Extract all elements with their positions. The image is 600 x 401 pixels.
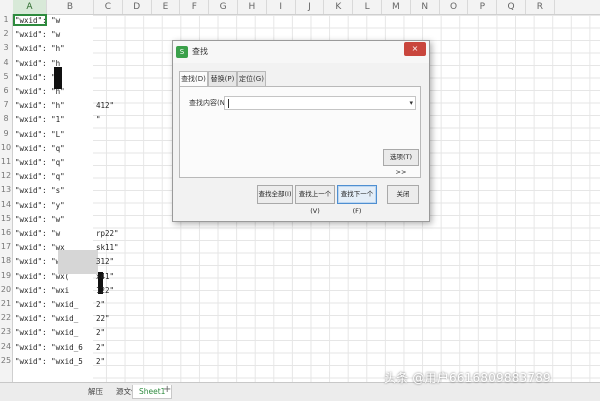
- cell-c23[interactable]: 2": [96, 327, 105, 340]
- cell-a2[interactable]: "wxid": "w: [15, 29, 60, 42]
- cell-a12[interactable]: "wxid": "q": [15, 171, 65, 184]
- cell-a13[interactable]: "wxid": "s": [15, 185, 65, 198]
- row-header-23[interactable]: 23: [0, 326, 12, 339]
- add-sheet-button[interactable]: +: [163, 384, 171, 395]
- column-header-k[interactable]: K: [324, 0, 354, 14]
- column-header-i[interactable]: I: [267, 0, 296, 14]
- column-header-d[interactable]: D: [123, 0, 152, 14]
- row-header-24[interactable]: 24: [0, 341, 12, 354]
- row-header-12[interactable]: 12: [0, 170, 12, 183]
- row-header-bar: 1 2 3 4 5 6 7 8 9 10 11 12 13 14 15 16 17 18 19 20 21 22 23 24 2…: [0, 14, 13, 382]
- sheet-tab-1[interactable]: 解压: [82, 385, 109, 398]
- row-header-18[interactable]: 18: [0, 255, 12, 268]
- chevron-down-icon[interactable]: ▾: [409, 98, 413, 109]
- row-header-2[interactable]: 2: [0, 28, 12, 41]
- tab-find[interactable]: 查找(D): [179, 71, 208, 87]
- cell-a23[interactable]: "wxid": "wxid_: [15, 327, 78, 340]
- column-a-cells: "wxid": "w "wxid": "w "wxid": "h" "wxid": "…: [13, 15, 93, 382]
- cell-a14[interactable]: "wxid": "y": [15, 200, 65, 213]
- cell-a24[interactable]: "wxid": "wxid_6: [15, 342, 83, 355]
- find-next-button[interactable]: 查找下一个(F): [337, 185, 377, 215]
- app-icon: S: [176, 46, 188, 58]
- row-header-9[interactable]: 9: [0, 128, 12, 141]
- row-header-17[interactable]: 17: [0, 241, 12, 254]
- cell-c7[interactable]: 412": [96, 100, 114, 113]
- cell-a9[interactable]: "wxid": "L": [15, 129, 65, 142]
- find-input[interactable]: ▾: [224, 96, 416, 110]
- row-header-5[interactable]: 5: [0, 71, 12, 84]
- options-button[interactable]: 选项(T) >>: [383, 149, 419, 176]
- row-header-8[interactable]: 8: [0, 113, 12, 126]
- column-header-h[interactable]: H: [238, 0, 267, 14]
- row-header-21[interactable]: 21: [0, 298, 12, 311]
- column-header-l[interactable]: L: [353, 0, 382, 14]
- column-header-r[interactable]: R: [526, 0, 555, 14]
- cell-a8[interactable]: "wxid": "1": [15, 114, 65, 127]
- watermark: 头条 @用户6616809883789: [384, 371, 551, 385]
- row-header-15[interactable]: 15: [0, 213, 12, 226]
- cell-a22[interactable]: "wxid": "wxid_: [15, 313, 78, 326]
- column-header-n[interactable]: N: [411, 0, 440, 14]
- cell-a16[interactable]: "wxid": "w: [15, 228, 60, 241]
- find-dialog: S 查找 × 查找(D) 替换(P) 定位(G) 查找内容(N): ▾ 选项(T…: [172, 40, 430, 222]
- cell-a10[interactable]: "wxid": "q": [15, 143, 65, 156]
- tab-replace[interactable]: 替换(P): [208, 71, 237, 86]
- cell-c22[interactable]: 22": [96, 313, 110, 326]
- close-icon[interactable]: ×: [404, 42, 426, 56]
- row-header-3[interactable]: 3: [0, 42, 12, 55]
- row-header-20[interactable]: 20: [0, 284, 12, 297]
- cell-c20[interactable]: 122": [96, 285, 114, 298]
- column-header-o[interactable]: O: [440, 0, 469, 14]
- column-header-a[interactable]: A: [13, 0, 47, 14]
- row-header-14[interactable]: 14: [0, 199, 12, 212]
- column-header-j[interactable]: J: [296, 0, 325, 14]
- cell-a21[interactable]: "wxid": "wxid_: [15, 299, 78, 312]
- column-header-b[interactable]: B: [47, 0, 94, 14]
- redaction-mark: [54, 67, 62, 89]
- column-header-bar: ABCDEFGHIJKLMNOPQR: [0, 0, 600, 15]
- cell-c16[interactable]: rp22": [96, 228, 119, 241]
- row-header-4[interactable]: 4: [0, 57, 12, 70]
- find-previous-button[interactable]: 查找上一个(V): [295, 185, 335, 215]
- column-header-p[interactable]: P: [468, 0, 498, 14]
- row-header-7[interactable]: 7: [0, 99, 12, 112]
- dialog-title-bar[interactable]: S 查找 ×: [173, 41, 429, 63]
- cell-c18[interactable]: 312": [96, 256, 114, 269]
- cell-a11[interactable]: "wxid": "q": [15, 157, 65, 170]
- cell-a7[interactable]: "wxid": "h": [15, 100, 65, 113]
- column-header-c[interactable]: C: [94, 0, 123, 14]
- cell-a25[interactable]: "wxid": "wxid_5: [15, 356, 83, 369]
- shaded-cell: [58, 250, 98, 274]
- cell-c17[interactable]: sk11": [96, 242, 119, 255]
- dialog-title: 查找: [192, 47, 208, 56]
- cell-c25[interactable]: 2": [96, 356, 105, 369]
- selected-cell-a1[interactable]: [13, 14, 47, 26]
- row-header-1[interactable]: 1: [0, 14, 12, 27]
- row-header-6[interactable]: 6: [0, 85, 12, 98]
- row-header-11[interactable]: 11: [0, 156, 12, 169]
- row-header-16[interactable]: 16: [0, 227, 12, 240]
- cell-c19[interactable]: x41": [96, 271, 114, 284]
- tab-goto[interactable]: 定位(G): [237, 71, 266, 86]
- text-caret: [228, 99, 229, 108]
- column-header-e[interactable]: E: [152, 0, 181, 14]
- cell-c8[interactable]: ": [96, 114, 101, 127]
- cell-a20[interactable]: "wxid": "wxi: [15, 285, 69, 298]
- row-header-13[interactable]: 13: [0, 184, 12, 197]
- column-header-m[interactable]: M: [382, 0, 411, 14]
- column-header-f[interactable]: F: [180, 0, 210, 14]
- row-header-10[interactable]: 10: [0, 142, 12, 155]
- find-all-button[interactable]: 查找全部(I): [257, 185, 293, 204]
- column-header-q[interactable]: Q: [497, 0, 526, 14]
- row-header-19[interactable]: 19: [0, 270, 12, 283]
- row-header-22[interactable]: 22: [0, 312, 12, 325]
- cell-a15[interactable]: "wxid": "w": [15, 214, 65, 227]
- cell-c24[interactable]: 2": [96, 342, 105, 355]
- cell-a3[interactable]: "wxid": "h": [15, 43, 65, 56]
- cell-c21[interactable]: 2": [96, 299, 105, 312]
- column-header-g[interactable]: G: [209, 0, 238, 14]
- row-header-25[interactable]: 25: [0, 355, 12, 368]
- close-button[interactable]: 关闭: [387, 185, 419, 204]
